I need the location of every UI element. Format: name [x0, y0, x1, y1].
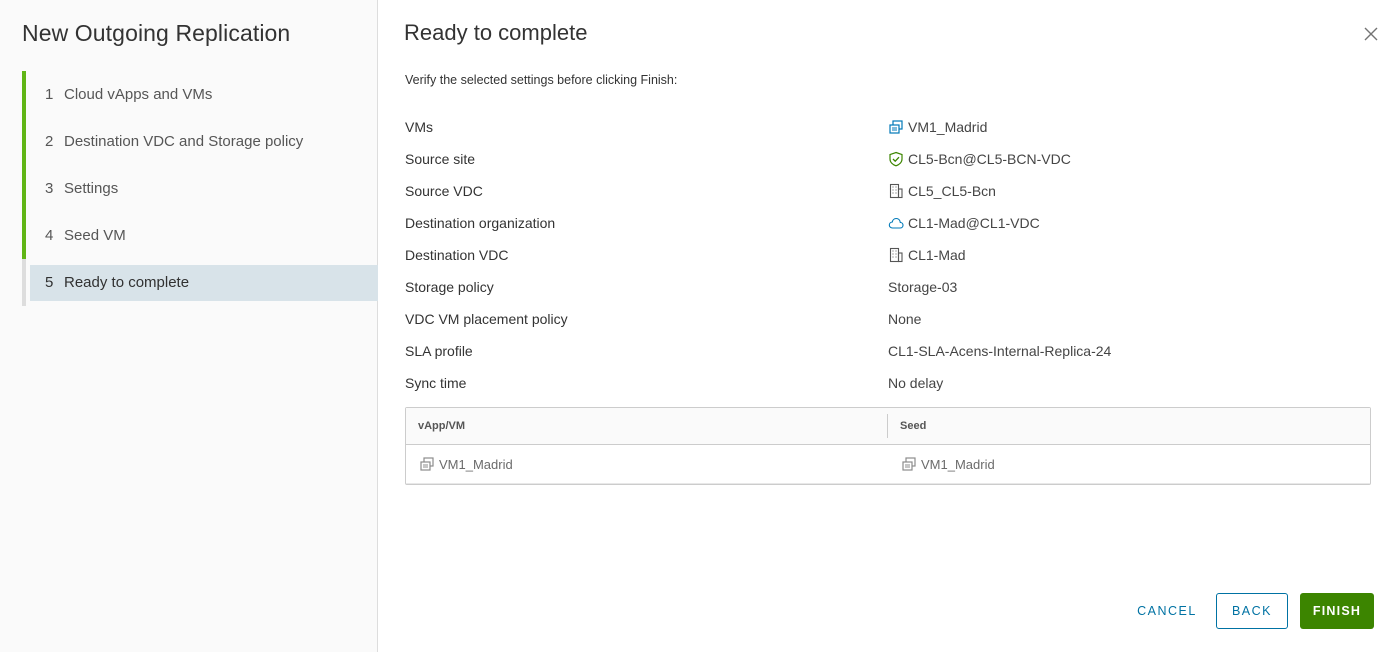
grid-cell-vapp-vm: VM1_Madrid [406, 456, 888, 472]
step-number: 4 [45, 227, 54, 244]
summary-value: VM1_Madrid [888, 119, 987, 135]
wizard-content: Ready to complete Verify the selected se… [378, 0, 1397, 652]
summary-row-sla-profile: SLA profile CL1-SLA-Acens-Internal-Repli… [405, 335, 1370, 367]
summary-value: CL1-SLA-Acens-Internal-Replica-24 [888, 343, 1112, 359]
table-row: VM1_Madrid VM1_Madrid [406, 445, 1370, 484]
summary-row-source-vdc: Source VDC CL5_CL5-Bcn [405, 175, 1370, 207]
summary-row-vms: VMs VM1_Madrid [405, 111, 1370, 143]
summary-label: SLA profile [405, 343, 473, 359]
wizard-step-destination-vdc[interactable]: 2 Destination VDC and Storage policy [22, 118, 378, 165]
summary-label: Source site [405, 151, 476, 167]
building-icon [888, 247, 904, 263]
summary-value: No delay [888, 375, 944, 391]
summary-list: VMs VM1_Madrid Source site CL5-Bcn@CL5-B… [405, 111, 1370, 399]
step-label: Destination VDC and Storage policy [64, 133, 304, 150]
summary-row-source-site: Source site CL5-Bcn@CL5-BCN-VDC [405, 143, 1370, 175]
step-label: Cloud vApps and VMs [64, 86, 213, 103]
grid-cell-seed: VM1_Madrid [888, 456, 995, 472]
summary-row-destination-organization: Destination organization CL1-Mad@CL1-VDC [405, 207, 1370, 239]
step-label: Seed VM [64, 227, 126, 244]
step-number: 1 [45, 86, 54, 103]
vm-icon [901, 456, 917, 472]
current-step-highlight: 5 Ready to complete [30, 264, 378, 301]
wizard-sidebar: New Outgoing Replication 1 Cloud vApps a… [0, 0, 378, 652]
summary-value: CL5-Bcn@CL5-BCN-VDC [888, 151, 1071, 167]
back-button[interactable]: BACK [1216, 593, 1288, 629]
summary-label: Destination VDC [405, 247, 509, 263]
summary-row-sync-time: Sync time No delay [405, 367, 1370, 399]
column-header-seed[interactable]: Seed [888, 414, 926, 438]
vapp-seed-grid: vApp/VM Seed VM1_Madrid VM1_Madrid [405, 407, 1371, 485]
page-title: Ready to complete [404, 20, 588, 45]
summary-row-destination-vdc: Destination VDC CL1-Mad [405, 239, 1370, 271]
step-label: Ready to complete [64, 274, 190, 291]
column-header-vapp-vm[interactable]: vApp/VM [406, 414, 888, 438]
summary-label: VMs [405, 119, 433, 135]
summary-label: Sync time [405, 375, 467, 391]
instructions-text: Verify the selected settings before clic… [405, 73, 678, 87]
finish-button[interactable]: FINISH [1300, 593, 1374, 629]
summary-value: CL5_CL5-Bcn [888, 183, 996, 199]
wizard-step-ready-to-complete[interactable]: 5 Ready to complete [22, 259, 378, 306]
vm-icon [888, 119, 904, 135]
wizard-step-cloud-vapps[interactable]: 1 Cloud vApps and VMs [22, 71, 378, 118]
close-icon[interactable] [1363, 26, 1379, 42]
grid-header: vApp/VM Seed [406, 408, 1370, 445]
building-icon [888, 183, 904, 199]
summary-label: Destination organization [405, 215, 556, 231]
step-number: 5 [45, 274, 54, 291]
step-number: 3 [45, 180, 54, 197]
cloud-icon [888, 215, 904, 231]
summary-row-vdc-vm-placement-policy: VDC VM placement policy None [405, 303, 1370, 335]
summary-value: CL1-Mad [888, 247, 966, 263]
wizard-title: New Outgoing Replication [22, 20, 291, 46]
summary-label: VDC VM placement policy [405, 311, 568, 327]
summary-value: None [888, 311, 922, 327]
summary-label: Source VDC [405, 183, 483, 199]
summary-value: CL1-Mad@CL1-VDC [888, 215, 1040, 231]
step-number: 2 [45, 133, 54, 150]
vm-icon [419, 456, 435, 472]
wizard-steps: 1 Cloud vApps and VMs 2 Destination VDC … [22, 71, 378, 306]
summary-label: Storage policy [405, 279, 494, 295]
wizard-step-settings[interactable]: 3 Settings [22, 165, 378, 212]
step-label: Settings [64, 180, 119, 197]
wizard-step-seed-vm[interactable]: 4 Seed VM [22, 212, 378, 259]
shield-check-icon [888, 151, 904, 167]
summary-row-storage-policy: Storage policy Storage-03 [405, 271, 1370, 303]
summary-value: Storage-03 [888, 279, 958, 295]
cancel-button[interactable]: CANCEL [1128, 593, 1206, 629]
